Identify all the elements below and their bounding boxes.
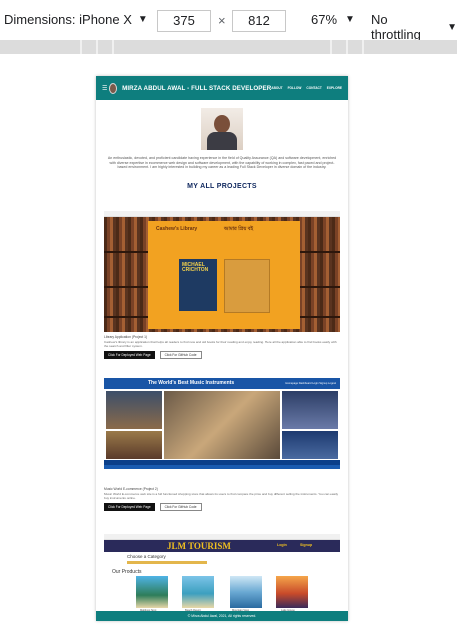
project-card-2: The World's Best Music Instruments Homep… (104, 378, 340, 511)
tourism-category-bar (127, 561, 207, 564)
nav-link-about[interactable]: ABOUT (271, 86, 282, 90)
tourism-category-label: Choose a Category (127, 554, 166, 559)
project-screenshot-library[interactable]: Cashew's Library আমার প্রিয় বই MICHAEL … (104, 211, 340, 332)
github-code-button[interactable]: Click For GitHub Code (159, 503, 202, 511)
project-description: Music World E-commerce web site is a ful… (104, 492, 339, 500)
media-query-marker[interactable] (80, 40, 82, 54)
book-card (224, 259, 270, 313)
project-card-3: JLM TOURISM Login Signup Choose a Catego… (104, 534, 340, 614)
media-query-marker[interactable] (362, 40, 364, 54)
music-nav-links: Homepage Dashboard Login Signup Logout (285, 382, 336, 385)
height-input[interactable]: 812 (232, 10, 286, 32)
site-navbar: ☰ MIRZA ABDUL AWAL - FULL STACK DEVELOPE… (96, 76, 348, 100)
tourism-heading: JLM TOURISM (167, 541, 231, 551)
hamburger-menu-icon[interactable]: ☰ (102, 85, 109, 92)
times-sign: × (218, 13, 226, 28)
music-image (106, 431, 162, 459)
deployed-page-button[interactable]: Click For Deployed Web Page (104, 351, 155, 359)
media-query-bar[interactable] (0, 40, 457, 54)
zoom-label: 67% (311, 12, 338, 27)
media-query-marker[interactable] (112, 40, 114, 54)
music-image (282, 431, 338, 459)
deployed-page-button[interactable]: Click For Deployed Web Page (104, 503, 155, 511)
throttling-dropdown[interactable]: No throttling ▼ (371, 12, 457, 42)
media-query-marker[interactable] (96, 40, 98, 54)
throttling-label: No throttling (371, 12, 421, 42)
intro-text: An enthusiastic, devoted, and proficient… (107, 156, 337, 170)
nav-link-contact[interactable]: CONTACT (306, 86, 321, 90)
music-image (106, 391, 162, 429)
tourism-login: Login (277, 543, 287, 547)
profile-photo (201, 108, 243, 150)
tour-image (136, 576, 168, 608)
tour-image (276, 576, 308, 608)
nav-link-follow[interactable]: FOLLOW (288, 86, 302, 90)
music-image (164, 391, 280, 459)
site-brand[interactable]: MIRZA ABDUL AWAL - FULL STACK DEVELOPER (122, 85, 271, 92)
throttling-caret-icon: ▼ (447, 21, 457, 33)
music-heading: The World's Best Music Instruments (148, 380, 235, 386)
zoom-caret-icon: ▼ (345, 14, 355, 25)
project-screenshot-tourism[interactable]: JLM TOURISM Login Signup Choose a Catego… (104, 534, 340, 614)
dimensions-label: Dimensions: iPhone X (4, 12, 132, 27)
project-title: Library Application (Project 1) (104, 335, 148, 339)
project-card-1: Cashew's Library আমার প্রিয় বই MICHAEL … (104, 211, 340, 359)
zoom-dropdown[interactable]: 67% ▼ (311, 12, 355, 27)
project-description: Cashew's library is an application that … (104, 340, 337, 348)
media-query-marker[interactable] (330, 40, 332, 54)
avatar (108, 82, 118, 94)
music-subcategory-bar (104, 465, 340, 469)
project-title: Music World E-commerce (Project 2) (104, 487, 158, 491)
dimensions-dropdown[interactable]: Dimensions: iPhone X ▼ (4, 12, 148, 27)
nav-link-explore[interactable]: EXPLORE (327, 86, 342, 90)
tourism-products-label: Our Products (112, 569, 142, 575)
tour-image (230, 576, 262, 608)
library-heading-bn: আমার প্রিয় বই (224, 226, 254, 232)
device-toolbar: Dimensions: iPhone X ▼ 375 × 812 67% ▼ N… (0, 0, 457, 42)
library-heading: Cashew's Library (156, 226, 198, 232)
site-footer: © Mirza Abdul Awal, 2021, All rights res… (96, 611, 348, 621)
width-input[interactable]: 375 (157, 10, 211, 32)
dimensions-caret-icon: ▼ (137, 14, 148, 25)
book-title: MICHAEL CRICHTON (182, 262, 209, 273)
project-screenshot-music[interactable]: The World's Best Music Instruments Homep… (104, 378, 340, 484)
tourism-signup: Signup (300, 543, 313, 547)
projects-title: MY ALL PROJECTS (187, 182, 257, 190)
nav-links: ABOUT FOLLOW CONTACT EXPLORE (271, 86, 342, 90)
github-code-button[interactable]: Click For GitHub Code (159, 351, 202, 359)
media-query-marker[interactable] (346, 40, 348, 54)
tour-image (182, 576, 214, 608)
music-image (282, 391, 338, 429)
device-viewport[interactable]: ☰ MIRZA ABDUL AWAL - FULL STACK DEVELOPE… (96, 76, 348, 621)
